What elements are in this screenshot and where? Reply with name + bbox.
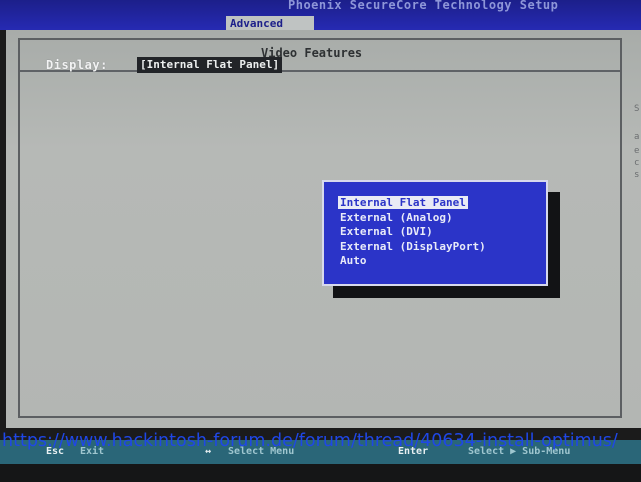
bios-title: Phoenix SecureCore Technology Setup <box>288 0 559 12</box>
display-label: Display: <box>46 58 108 72</box>
display-options-popup: Internal Flat Panel External (Analog) Ex… <box>322 180 548 286</box>
watermark-url: https://www.hackintosh-forum.de/forum/th… <box>2 431 618 451</box>
option-external-dvi[interactable]: External (DVI) <box>338 225 435 238</box>
option-internal-flat-panel[interactable]: Internal Flat Panel <box>338 196 468 209</box>
bios-screen: Phoenix SecureCore Technology Setup Adva… <box>0 0 641 482</box>
title-bar: Phoenix SecureCore Technology Setup Adva… <box>0 0 641 32</box>
screen-bezel-bottom <box>0 464 641 482</box>
option-external-displayport[interactable]: External (DisplayPort) <box>338 240 488 253</box>
option-auto[interactable]: Auto <box>338 254 369 267</box>
help-glyph: e <box>634 146 640 156</box>
help-glyph: S <box>634 104 640 114</box>
help-glyph: c <box>634 158 640 168</box>
option-external-analog[interactable]: External (Analog) <box>338 211 455 224</box>
display-value-field[interactable]: [Internal Flat Panel] <box>137 57 283 73</box>
title-divider <box>20 70 620 72</box>
help-glyph: s <box>634 170 640 180</box>
help-glyph: a <box>634 132 640 142</box>
item-help-column: S a e c s <box>620 38 641 418</box>
